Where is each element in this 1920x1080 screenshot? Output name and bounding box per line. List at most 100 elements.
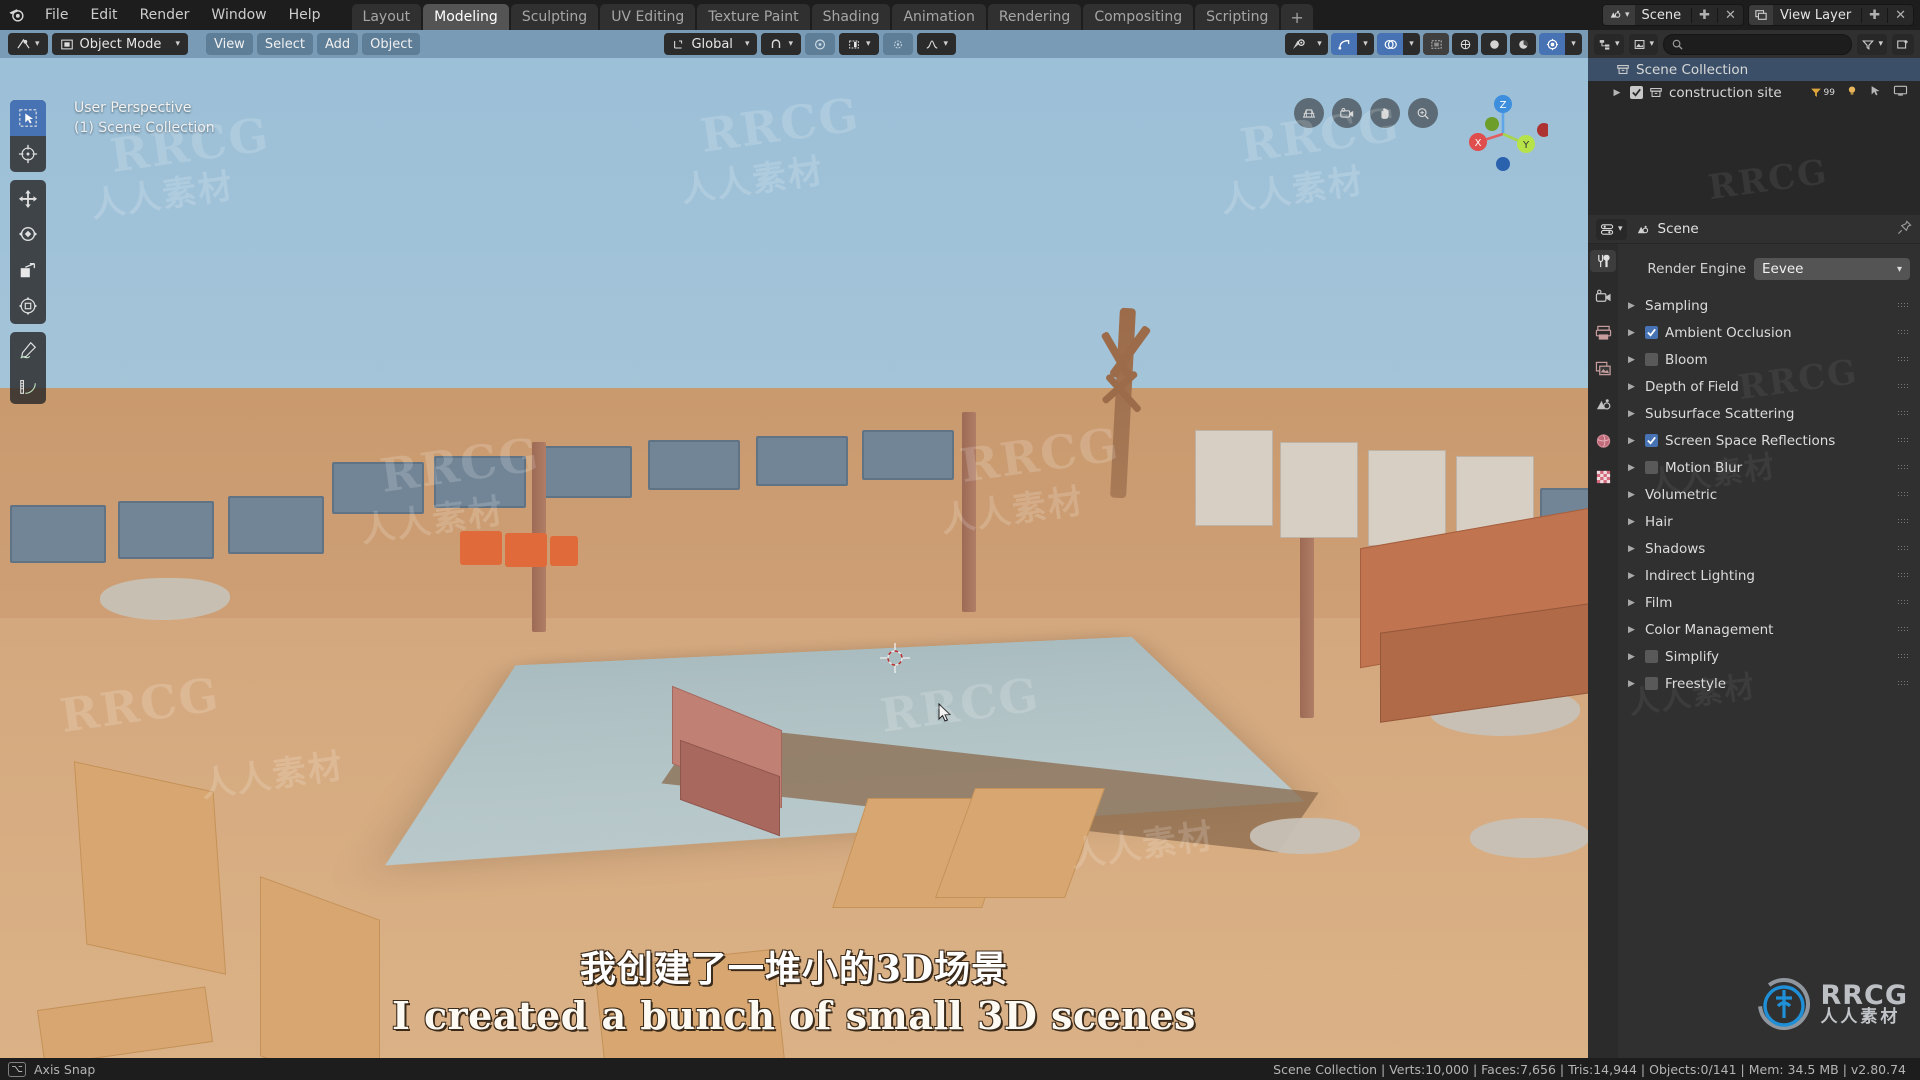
panel-enable-checkbox[interactable] [1645,461,1658,474]
chevron-down-icon[interactable]: ▾ [1403,33,1420,55]
filter-icon[interactable]: ▾ [1857,33,1887,55]
menu-edit[interactable]: Edit [79,3,128,27]
viewport-menu-object[interactable]: Object [362,33,421,55]
eye-icon[interactable] [1285,33,1311,55]
chevron-down-icon[interactable]: ▾ [1357,33,1374,55]
output-tab[interactable] [1590,322,1616,344]
chevron-down-icon[interactable]: ▾ [1311,33,1328,55]
disclosure-triangle-icon[interactable]: ▶ [1628,652,1638,662]
proportional-editing-toggle[interactable] [882,33,913,55]
workspace-tab-compositing[interactable]: Compositing [1083,4,1194,30]
falloff-curve-selector[interactable]: ▾ [916,33,957,55]
workspace-tab-shading[interactable]: Shading [811,4,891,30]
panel-drag-grip[interactable] [1897,356,1908,363]
shading-material-preview-button[interactable] [1510,33,1536,55]
properties-editor-icon[interactable]: ▾ [1596,218,1627,240]
outliner-display-mode-icon[interactable]: ▾ [1594,33,1624,55]
panel-enable-checkbox[interactable] [1645,650,1658,663]
workspace-tab-animation[interactable]: Animation [892,4,986,30]
tweak-tool-icon[interactable] [10,100,46,136]
disclosure-triangle-icon[interactable]: ▶ [1628,301,1638,311]
disclosure-triangle-icon[interactable]: ▶ [1628,355,1638,365]
tool-tab[interactable] [1590,250,1616,272]
pivot-point-selector[interactable] [805,33,835,55]
panel-enable-checkbox[interactable] [1645,353,1658,366]
disclosure-triangle-icon[interactable]: ▶ [1628,328,1638,338]
workspace-tab-sculpting[interactable]: Sculpting [510,4,599,30]
overlays-selector[interactable]: ▾ [1377,33,1420,55]
render-visibility-icon[interactable] [1893,84,1908,101]
pin-icon[interactable] [1897,219,1912,239]
properties-panel-shadows[interactable]: ▶ Shadows [1618,535,1920,562]
scene-selector[interactable]: ▾ Scene ✚ ✕ [1601,4,1744,26]
remove-scene-button[interactable]: ✕ [1717,7,1743,23]
disclosure-triangle-icon[interactable]: ▶ [1628,679,1638,689]
disclosure-triangle-icon[interactable]: ▶ [1628,544,1638,554]
panel-drag-grip[interactable] [1897,653,1908,660]
panel-drag-grip[interactable] [1897,410,1908,417]
gizmo-selector[interactable]: ▾ [1331,33,1374,55]
shading-rendered-selector[interactable]: ▾ [1539,33,1582,55]
remove-view-layer-button[interactable]: ✕ [1887,7,1913,23]
panel-drag-grip[interactable] [1897,464,1908,471]
mode-selector[interactable]: Object Mode ▾ [51,33,188,55]
menu-window[interactable]: Window [200,3,277,27]
menu-file[interactable]: File [34,3,79,27]
panel-enable-checkbox[interactable] [1645,434,1658,447]
properties-panel-freestyle[interactable]: ▶ Freestyle [1618,670,1920,697]
rotate-tool-icon[interactable] [10,216,46,252]
world-tab[interactable] [1590,430,1616,452]
panel-enable-checkbox[interactable] [1645,326,1658,339]
add-workspace-button[interactable]: + [1281,4,1313,30]
viewport-menu-select[interactable]: Select [256,33,313,55]
annotate-tool-icon[interactable] [10,332,46,368]
outliner-exclude-checkbox[interactable] [1630,86,1643,99]
properties-panel-indirect-lighting[interactable]: ▶ Indirect Lighting [1618,562,1920,589]
shading-solid-button[interactable] [1481,33,1507,55]
viewport-canvas[interactable]: User Perspective (1) Scene Collection Z … [0,58,1588,1058]
selectable-icon[interactable] [1869,84,1883,101]
panel-drag-grip[interactable] [1897,680,1908,687]
panel-drag-grip[interactable] [1897,437,1908,444]
properties-panel-volumetric[interactable]: ▶ Volumetric [1618,481,1920,508]
cursor-tool-icon[interactable] [10,136,46,172]
properties-panel-simplify[interactable]: ▶ Simplify [1618,643,1920,670]
properties-panel-ambient-occlusion[interactable]: ▶ Ambient Occlusion [1618,319,1920,346]
shading-rendered-button[interactable] [1539,33,1565,55]
viewport-3d[interactable]: ▾ Object Mode ▾ View Select Add Object Glob… [0,30,1588,1058]
workspace-tab-rendering[interactable]: Rendering [987,4,1082,30]
panel-drag-grip[interactable] [1897,491,1908,498]
properties-panel-sampling[interactable]: ▶ Sampling [1618,292,1920,319]
panel-drag-grip[interactable] [1897,545,1908,552]
panel-drag-grip[interactable] [1897,329,1908,336]
outliner-row[interactable]: ▶ construction site 99 [1588,81,1920,104]
workspace-tab-layout[interactable]: Layout [351,4,422,30]
properties-panel-film[interactable]: ▶ Film [1618,589,1920,616]
navigation-gizmo[interactable]: Z X Y [1458,86,1551,176]
menu-render[interactable]: Render [129,3,201,27]
new-scene-button[interactable]: ✚ [1691,7,1717,23]
disclosure-triangle-icon[interactable]: ▶ [1628,409,1638,419]
viewport-menu-add[interactable]: Add [316,33,359,55]
disclosure-triangle-icon[interactable]: ▶ [1628,490,1638,500]
visibility-selector[interactable]: ▾ [1285,33,1328,55]
render-engine-dropdown[interactable]: Eevee ▾ [1754,258,1910,280]
panel-drag-grip[interactable] [1897,599,1908,606]
panel-drag-grip[interactable] [1897,383,1908,390]
panel-drag-grip[interactable] [1897,518,1908,525]
ortho-persp-toggle-icon[interactable] [1294,98,1324,128]
zoom-view-icon[interactable] [1408,98,1438,128]
properties-panel-screen-space-reflections[interactable]: ▶ Screen Space Reflections [1618,427,1920,454]
transform-pivot-selector[interactable]: ▾ [839,33,879,55]
panel-drag-grip[interactable] [1897,572,1908,579]
properties-editor[interactable]: ▾ Scene Render Engine Eevee ▾ ▶ Sampling… [1588,215,1920,1058]
disclosure-triangle-icon[interactable]: ▶ [1610,88,1624,98]
new-view-layer-button[interactable]: ✚ [1861,7,1887,23]
disclosure-triangle-icon[interactable]: ▶ [1628,517,1638,527]
disclosure-triangle-icon[interactable]: ▶ [1628,625,1638,635]
render-tab[interactable] [1590,286,1616,308]
outliner-search-input[interactable] [1663,33,1853,55]
disclosure-triangle-icon[interactable]: ▶ [1628,598,1638,608]
disclosure-triangle-icon[interactable]: ▶ [1628,382,1638,392]
panel-drag-grip[interactable] [1897,626,1908,633]
